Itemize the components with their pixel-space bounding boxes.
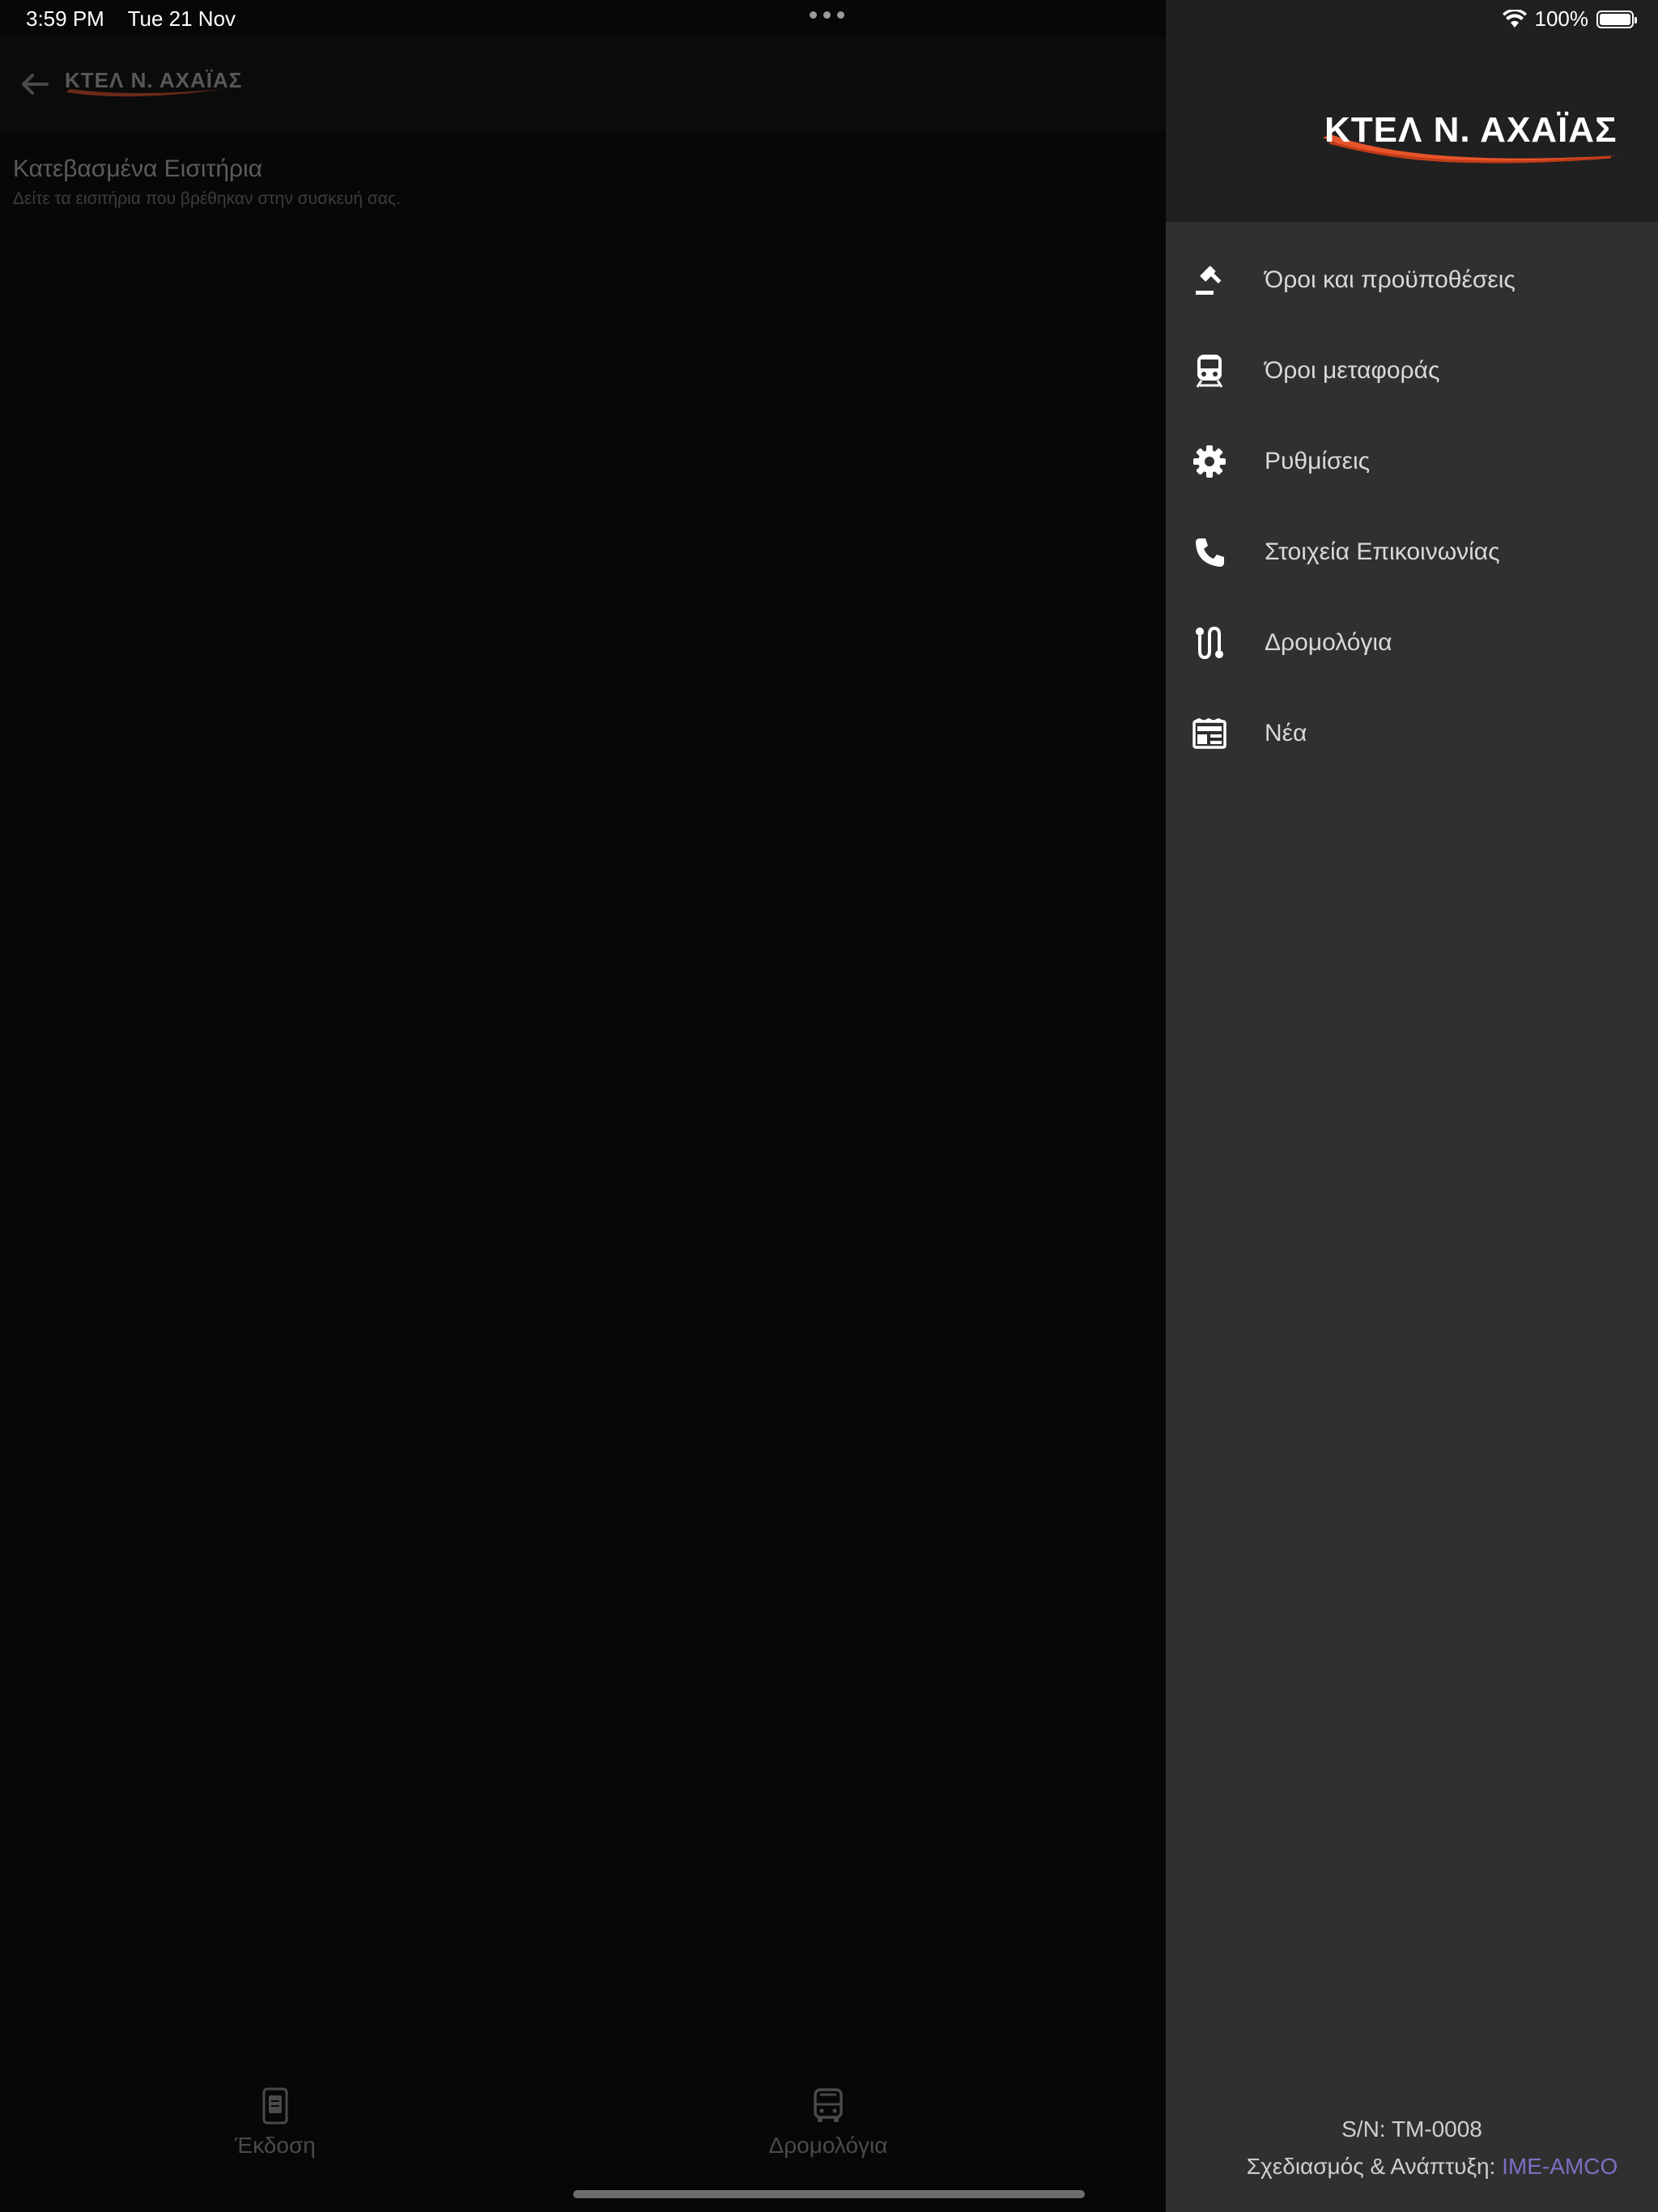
nav-item-ekdosi[interactable]: Έκδοση bbox=[154, 2073, 397, 2159]
page-subtitle: Δείτε τα εισιτήρια που βρέθηκαν στην συσ… bbox=[13, 189, 401, 208]
back-arrow-icon[interactable] bbox=[16, 66, 52, 102]
bottom-nav: Έκδοση Δρομολόγια bbox=[0, 2073, 1166, 2170]
gear-icon bbox=[1190, 442, 1229, 481]
menu-item-label: Όροι και προϋποθέσεις bbox=[1265, 266, 1516, 293]
news-icon bbox=[1190, 714, 1229, 753]
status-date: Tue 21 Nov bbox=[127, 6, 236, 31]
nav-label: Έκδοση bbox=[235, 2133, 316, 2158]
route-icon bbox=[1190, 623, 1229, 662]
credit-brand-link[interactable]: IME-AMCO bbox=[1502, 2154, 1618, 2179]
nav-label: Δρομολόγια bbox=[768, 2133, 888, 2158]
status-bar: 3:59 PM Tue 21 Nov 100% bbox=[0, 0, 1658, 37]
drawer-footer: S/N: TM-0008 Σχεδιασμός & Ανάπτυξη: IME-… bbox=[1166, 2116, 1658, 2180]
home-indicator[interactable] bbox=[573, 2190, 1085, 2198]
menu-item-label: Νέα bbox=[1265, 720, 1307, 747]
menu-item-label: Δρομολόγια bbox=[1265, 629, 1392, 656]
app-logo: ΚΤΕΛ Ν. ΑΧΑΪΑΣ bbox=[65, 68, 1231, 97]
menu-item-routes[interactable]: Δρομολόγια bbox=[1166, 598, 1658, 688]
bus-icon bbox=[814, 2088, 843, 2122]
credit-prefix: Σχεδιασμός & Ανάπτυξη: bbox=[1246, 2154, 1496, 2179]
status-time: 3:59 PM bbox=[26, 6, 104, 31]
battery-icon bbox=[1596, 10, 1637, 28]
menu-item-contact[interactable]: Στοιχεία Επικοινωνίας bbox=[1166, 507, 1658, 598]
app-bar: ΚΤΕΛ Ν. ΑΧΑΪΑΣ bbox=[0, 37, 1166, 131]
nav-item-dromologia[interactable]: Δρομολόγια bbox=[707, 2073, 950, 2159]
menu-item-label: Στοιχεία Επικοινωνίας bbox=[1265, 538, 1500, 565]
developer-credit: Σχεδιασμός & Ανάπτυξη: IME-AMCO bbox=[1166, 2154, 1658, 2180]
menu-item-settings[interactable]: Ρυθμίσεις bbox=[1166, 416, 1658, 507]
battery-percent: 100% bbox=[1534, 6, 1589, 31]
train-icon bbox=[1190, 351, 1229, 390]
multitasking-dots-icon[interactable] bbox=[810, 11, 844, 19]
navigation-drawer: ΚΤΕΛ Ν. ΑΧΑΪΑΣ Όροι και προϋποθέσεις Όρο… bbox=[1166, 0, 1658, 2212]
menu-item-label: Ρυθμίσεις bbox=[1265, 448, 1371, 474]
status-left: 3:59 PM Tue 21 Nov bbox=[26, 6, 253, 32]
wifi-icon bbox=[1502, 9, 1527, 28]
drawer-menu: Όροι και προϋποθέσεις Όροι μεταφοράς Ρυθ… bbox=[1166, 235, 1658, 779]
ticket-phone-icon bbox=[262, 2087, 288, 2125]
status-right: 100% bbox=[1502, 6, 1637, 32]
serial-number: S/N: TM-0008 bbox=[1341, 2116, 1482, 2142]
drawer-logo: ΚΤΕΛ Ν. ΑΧΑΪΑΣ bbox=[1323, 110, 1619, 164]
menu-item-terms[interactable]: Όροι και προϋποθέσεις bbox=[1166, 235, 1658, 325]
menu-item-news[interactable]: Νέα bbox=[1166, 688, 1658, 779]
menu-item-label: Όροι μεταφοράς bbox=[1265, 357, 1440, 384]
gavel-icon bbox=[1190, 261, 1229, 300]
page-title: Κατεβασμένα Εισιτήρια bbox=[13, 155, 263, 182]
phone-icon bbox=[1190, 533, 1229, 572]
menu-item-transport-terms[interactable]: Όροι μεταφοράς bbox=[1166, 325, 1658, 416]
